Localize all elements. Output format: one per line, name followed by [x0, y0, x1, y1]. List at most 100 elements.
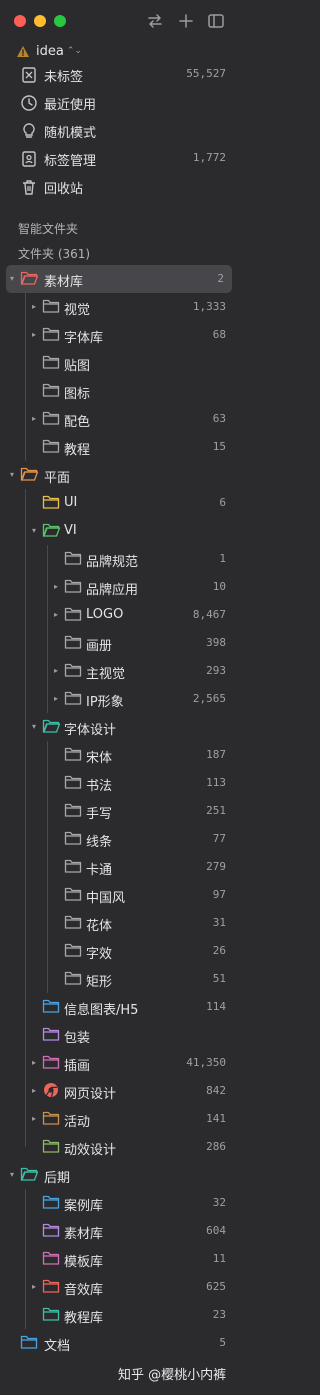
- folder-count: 286: [206, 1140, 226, 1153]
- folder-row[interactable]: 教程 15: [0, 433, 240, 461]
- sidebar-item-label: 最近使用: [44, 98, 97, 113]
- folder-count: 279: [206, 860, 226, 873]
- folder-row[interactable]: 教程库 23: [0, 1301, 240, 1329]
- folder-icon: [64, 607, 82, 621]
- folder-row[interactable]: ▾ VI: [0, 517, 240, 545]
- add-icon[interactable]: [177, 12, 195, 30]
- folder-count: 32: [212, 1196, 226, 1209]
- disclosure-expanded-icon[interactable]: ▾: [29, 526, 39, 536]
- folder-row[interactable]: 素材库 604: [0, 1217, 240, 1245]
- disclosure-expanded-icon[interactable]: ▾: [7, 274, 17, 284]
- folder-count: 2,565: [192, 692, 226, 705]
- library-selector[interactable]: idea ⌃⌄: [16, 42, 82, 60]
- folder-row[interactable]: ▸ 品牌应用 10: [0, 573, 240, 601]
- folder-row[interactable]: 案例库 32: [0, 1189, 240, 1217]
- disclosure-collapsed-icon[interactable]: ▸: [29, 302, 39, 312]
- folder-name: 卡通: [86, 863, 113, 878]
- disclosure-expanded-icon[interactable]: ▾: [7, 470, 17, 480]
- folder-name: 平面: [44, 471, 71, 486]
- sidebar-toggle-icon[interactable]: [207, 12, 225, 30]
- folder-row[interactable]: ▾ 素材库 2: [6, 265, 232, 293]
- folder-row[interactable]: 卡通 279: [0, 853, 240, 881]
- folder-count: 5: [219, 1336, 226, 1349]
- disclosure-collapsed-icon[interactable]: ▸: [29, 414, 39, 424]
- folder-open-icon: [42, 719, 60, 733]
- folder-row[interactable]: ▸ 视觉 1,333: [0, 293, 240, 321]
- disclosure-collapsed-icon[interactable]: ▸: [29, 1086, 39, 1096]
- folder-count: 26: [212, 944, 226, 957]
- sidebar-item-label: 回收站: [44, 182, 84, 197]
- folder-row[interactable]: ▸ LOGO 8,467: [0, 601, 240, 629]
- disclosure-collapsed-icon[interactable]: ▸: [51, 610, 61, 620]
- folder-row[interactable]: UI 6: [0, 489, 240, 517]
- folder-row[interactable]: 手写 251: [0, 797, 240, 825]
- folder-row[interactable]: ▸ 插画 41,350: [0, 1049, 240, 1077]
- folder-name: 模板库: [64, 1255, 104, 1270]
- disclosure-collapsed-icon[interactable]: ▸: [29, 1282, 39, 1292]
- smart-folders-header[interactable]: 智能文件夹: [18, 220, 78, 237]
- folder-row[interactable]: ▸ 音效库 625: [0, 1273, 240, 1301]
- folder-row[interactable]: ▸ 配色 63: [0, 405, 240, 433]
- folder-row[interactable]: 线条 77: [0, 825, 240, 853]
- folder-open-icon: [20, 1167, 38, 1181]
- sidebar-item-tag-manager[interactable]: 标签管理 1,772: [0, 145, 240, 173]
- item-count: 55,527: [186, 67, 226, 80]
- folder-icon: [64, 663, 82, 677]
- folder-count: 114: [206, 1000, 226, 1013]
- folder-row[interactable]: ▾ 平面: [0, 461, 240, 489]
- folder-row[interactable]: 书法 113: [0, 769, 240, 797]
- sidebar-item-untagged[interactable]: 未标签 55,527: [0, 61, 240, 89]
- folder-row[interactable]: 中国风 97: [0, 881, 240, 909]
- folder-row[interactable]: 文档 5: [0, 1329, 240, 1357]
- folder-row[interactable]: 信息图表/H5 114: [0, 993, 240, 1021]
- folder-name: 网页设计: [64, 1087, 117, 1102]
- sidebar-item-trash[interactable]: 回收站: [0, 173, 240, 201]
- sidebar-item-random[interactable]: 随机模式: [0, 117, 240, 145]
- disclosure-collapsed-icon[interactable]: ▸: [51, 582, 61, 592]
- folder-icon: [64, 915, 82, 929]
- folder-row[interactable]: 矩形 51: [0, 965, 240, 993]
- folder-name: 花体: [86, 919, 113, 934]
- disclosure-collapsed-icon[interactable]: ▸: [51, 694, 61, 704]
- folder-row[interactable]: ▸ 字体库 68: [0, 321, 240, 349]
- disclosure-expanded-icon[interactable]: ▾: [7, 1170, 17, 1180]
- folder-row[interactable]: 字效 26: [0, 937, 240, 965]
- maximize-window-button[interactable]: [54, 15, 66, 27]
- folder-row[interactable]: 图标: [0, 377, 240, 405]
- folder-row[interactable]: 画册 398: [0, 629, 240, 657]
- folders-header[interactable]: 文件夹 (361): [18, 245, 90, 262]
- folder-icon: [20, 1335, 38, 1349]
- folder-name: 信息图表/H5: [64, 1003, 139, 1018]
- folder-row[interactable]: 花体 31: [0, 909, 240, 937]
- disclosure-collapsed-icon[interactable]: ▸: [29, 1058, 39, 1068]
- folder-row[interactable]: ▸ IP形象 2,565: [0, 685, 240, 713]
- folder-icon: [42, 439, 60, 453]
- folder-icon: [64, 859, 82, 873]
- folder-row[interactable]: 包装: [0, 1021, 240, 1049]
- folder-row[interactable]: 宋体 187: [0, 741, 240, 769]
- disclosure-collapsed-icon[interactable]: ▸: [29, 1114, 39, 1124]
- folder-count: 251: [206, 804, 226, 817]
- folder-row[interactable]: 模板库 11: [0, 1245, 240, 1273]
- folder-row[interactable]: ▸ 活动 141: [0, 1105, 240, 1133]
- disclosure-expanded-icon[interactable]: ▾: [29, 722, 39, 732]
- minimize-window-button[interactable]: [34, 15, 46, 27]
- disclosure-collapsed-icon[interactable]: ▸: [29, 330, 39, 340]
- folder-count: 51: [212, 972, 226, 985]
- tree-guide-line: [25, 489, 26, 1147]
- folder-row[interactable]: ▾ 字体设计: [0, 713, 240, 741]
- folder-row[interactable]: 品牌规范 1: [0, 545, 240, 573]
- folder-row[interactable]: ▾ 后期: [0, 1161, 240, 1189]
- close-window-button[interactable]: [14, 15, 26, 27]
- folder-name: 插画: [64, 1059, 91, 1074]
- folder-count: 97: [212, 888, 226, 901]
- swap-icon[interactable]: [146, 12, 164, 30]
- sidebar-item-label: 随机模式: [44, 126, 97, 141]
- folder-count: 10: [212, 580, 226, 593]
- folder-row[interactable]: 贴图: [0, 349, 240, 377]
- sidebar-item-recent[interactable]: 最近使用: [0, 89, 240, 117]
- disclosure-collapsed-icon[interactable]: ▸: [51, 666, 61, 676]
- folder-row[interactable]: ▸ 网页设计 842: [0, 1077, 240, 1105]
- folder-row[interactable]: 动效设计 286: [0, 1133, 240, 1161]
- folder-row[interactable]: ▸ 主视觉 293: [0, 657, 240, 685]
